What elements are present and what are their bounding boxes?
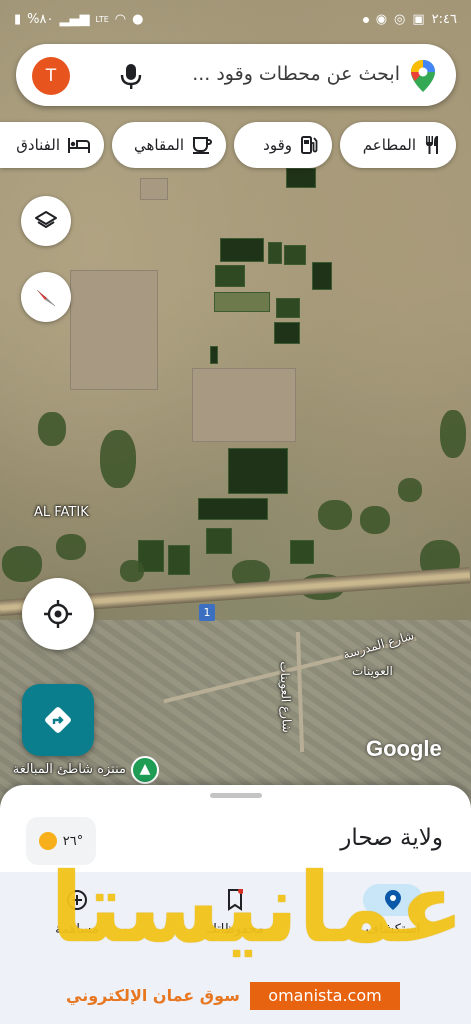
gallery-icon: ▣ <box>412 12 425 27</box>
place-label-al-fatik[interactable]: AL FATIK <box>34 505 89 520</box>
farm-field <box>215 265 245 287</box>
farm-plot <box>192 368 296 442</box>
vegetation <box>440 410 466 458</box>
farm-field <box>168 545 190 575</box>
vegetation <box>120 560 144 582</box>
directions-button[interactable] <box>22 684 94 756</box>
farm-field <box>206 528 232 554</box>
drag-handle[interactable] <box>210 793 262 798</box>
farm-plot <box>140 178 168 200</box>
chip-cafes[interactable]: المقاهي <box>112 122 226 168</box>
google-attribution: Google <box>366 736 442 761</box>
coffee-icon <box>193 137 212 154</box>
notification-dot-icon <box>362 16 369 23</box>
vegetation <box>398 478 422 502</box>
watermark-url: omanista.com <box>250 982 400 1010</box>
fork-knife-icon <box>426 136 438 154</box>
network-label: LTE <box>95 15 109 24</box>
bed-icon <box>68 138 90 153</box>
fuel-icon <box>301 136 318 154</box>
farm-field <box>220 238 264 262</box>
compass-button[interactable] <box>21 272 71 322</box>
chip-label: المطاعم <box>362 136 416 154</box>
farm-field <box>286 168 316 188</box>
vegetation <box>100 430 136 488</box>
chip-fuel[interactable]: وقود <box>234 122 332 168</box>
search-bar[interactable]: T ابحث عن محطات وقود ... <box>16 44 456 106</box>
vegetation <box>56 534 86 560</box>
park-label[interactable]: منتزه شاطئ المبالغة <box>0 762 126 777</box>
chip-label: الفنادق <box>16 136 60 154</box>
farm-field <box>198 498 268 520</box>
watermark-brand: عمانيستا <box>50 852 466 964</box>
layers-button[interactable] <box>21 196 71 246</box>
mic-icon[interactable] <box>119 62 143 90</box>
farm-field <box>268 242 282 264</box>
park-pin-icon[interactable]: ▲ <box>131 756 159 784</box>
location-icon: ● <box>132 12 144 27</box>
whatsapp-icon: ◎ <box>394 12 406 27</box>
account-avatar[interactable]: T <box>32 57 70 95</box>
compass-icon <box>36 289 56 307</box>
battery-icon: ▮ <box>14 12 22 27</box>
vegetation <box>318 500 352 530</box>
farm-field <box>214 292 270 312</box>
sun-icon <box>38 832 57 850</box>
battery-level: %٨٠ <box>27 12 54 27</box>
chip-label: المقاهي <box>134 136 184 154</box>
vegetation <box>2 546 42 582</box>
sheet-title: ولاية صحار <box>340 825 443 851</box>
category-chips: المطاعم وقود المقاهي الفنادق <box>0 122 471 168</box>
chip-restaurants[interactable]: المطاعم <box>340 122 456 168</box>
street-label-awaynat: شارع العوينات <box>277 661 294 733</box>
farm-field <box>284 245 306 265</box>
vegetation <box>360 506 390 534</box>
clock-time: ٢:٤٦ <box>431 12 457 27</box>
farm-field <box>276 298 300 318</box>
area-label-awaynat: العوينات <box>352 664 393 678</box>
status-bar: ▮ %٨٠ ▂▄▆ LTE ◠ ● ◉ ◎ ▣ ٢:٤٦ <box>0 0 471 40</box>
signal-icon: ▂▄▆ <box>59 12 90 27</box>
chip-hotels[interactable]: الفنادق <box>0 122 104 168</box>
farm-field <box>210 346 218 364</box>
farm-field <box>312 262 332 290</box>
search-input[interactable]: ابحث عن محطات وقود ... <box>192 63 400 85</box>
chip-label: وقود <box>263 136 292 154</box>
my-location-button[interactable] <box>22 578 94 650</box>
vegetation <box>38 412 66 446</box>
crosshair-icon <box>44 600 72 628</box>
google-maps-pin-icon <box>411 60 435 92</box>
farm-field <box>290 540 314 564</box>
wifi-icon: ◠ <box>114 12 127 27</box>
notification-icon: ◉ <box>375 12 388 27</box>
route-shield-1: 1 <box>199 604 215 621</box>
farm-field <box>228 448 288 494</box>
watermark-tagline: سوق عمان الإلكتروني <box>66 986 240 1005</box>
temperature: ٢٦° <box>62 833 84 849</box>
farm-plot <box>70 270 158 390</box>
farm-field <box>274 322 300 344</box>
directions-icon <box>45 707 71 733</box>
layers-icon <box>35 211 57 228</box>
